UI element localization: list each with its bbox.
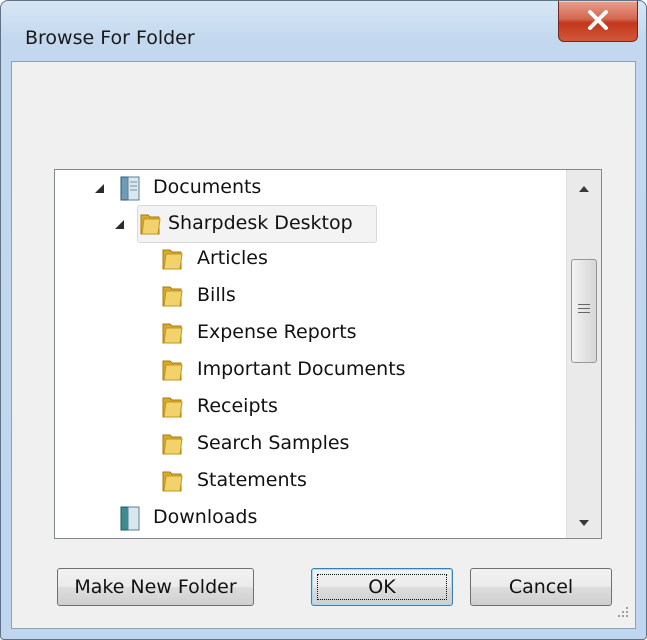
- folder-icon: [160, 284, 184, 312]
- vertical-scrollbar[interactable]: [566, 170, 601, 538]
- ok-button[interactable]: OK: [311, 568, 453, 606]
- folder-tree[interactable]: Documents Sharpdesk Desktop Articles Bil…: [54, 169, 602, 539]
- tree-item-label: Expense Reports: [197, 321, 357, 343]
- button-label: Cancel: [508, 576, 574, 598]
- folder-icon: [160, 469, 184, 497]
- tree-item-label: Articles: [197, 247, 268, 269]
- library-icon: [120, 176, 140, 205]
- tree-item-label: Bills: [197, 284, 236, 306]
- folder-icon: [160, 247, 184, 275]
- scroll-down-button[interactable]: [567, 504, 601, 538]
- scroll-up-button[interactable]: [567, 170, 601, 204]
- dialog-client-area: Documents Sharpdesk Desktop Articles Bil…: [11, 61, 636, 629]
- expand-triangle-icon[interactable]: [115, 220, 124, 229]
- expand-triangle-icon[interactable]: [95, 184, 104, 193]
- tree-item-label: Documents: [153, 176, 262, 198]
- tree-item-label: Statements: [197, 469, 307, 491]
- window-title: Browse For Folder: [25, 27, 195, 49]
- tree-item-label: Downloads: [153, 506, 258, 528]
- folder-icon: [160, 358, 184, 386]
- close-button[interactable]: [558, 1, 638, 42]
- grip-line: [578, 312, 590, 313]
- folder-icon: [138, 212, 162, 240]
- resize-grip-icon[interactable]: [615, 603, 629, 622]
- grip-line: [578, 304, 590, 305]
- tree-item-label: Receipts: [197, 395, 278, 417]
- arrow-down-icon: [578, 512, 590, 531]
- title-bar[interactable]: Browse For Folder: [1, 1, 646, 61]
- cancel-button[interactable]: Cancel: [470, 568, 612, 606]
- library-icon: [120, 506, 140, 535]
- button-label: Make New Folder: [74, 576, 237, 598]
- folder-icon: [160, 321, 184, 349]
- browse-for-folder-dialog: Browse For Folder Documents Sharpdesk De…: [0, 0, 647, 640]
- tree-item-label: Sharpdesk Desktop: [168, 212, 353, 234]
- tree-item-label: Important Documents: [197, 358, 406, 380]
- arrow-up-icon: [578, 178, 590, 197]
- folder-icon: [160, 432, 184, 460]
- make-new-folder-button[interactable]: Make New Folder: [57, 568, 254, 606]
- tree-item-label: Search Samples: [197, 432, 350, 454]
- scroll-thumb[interactable]: [571, 259, 597, 363]
- button-label: OK: [368, 576, 396, 598]
- folder-icon: [160, 395, 184, 423]
- grip-line: [578, 308, 590, 309]
